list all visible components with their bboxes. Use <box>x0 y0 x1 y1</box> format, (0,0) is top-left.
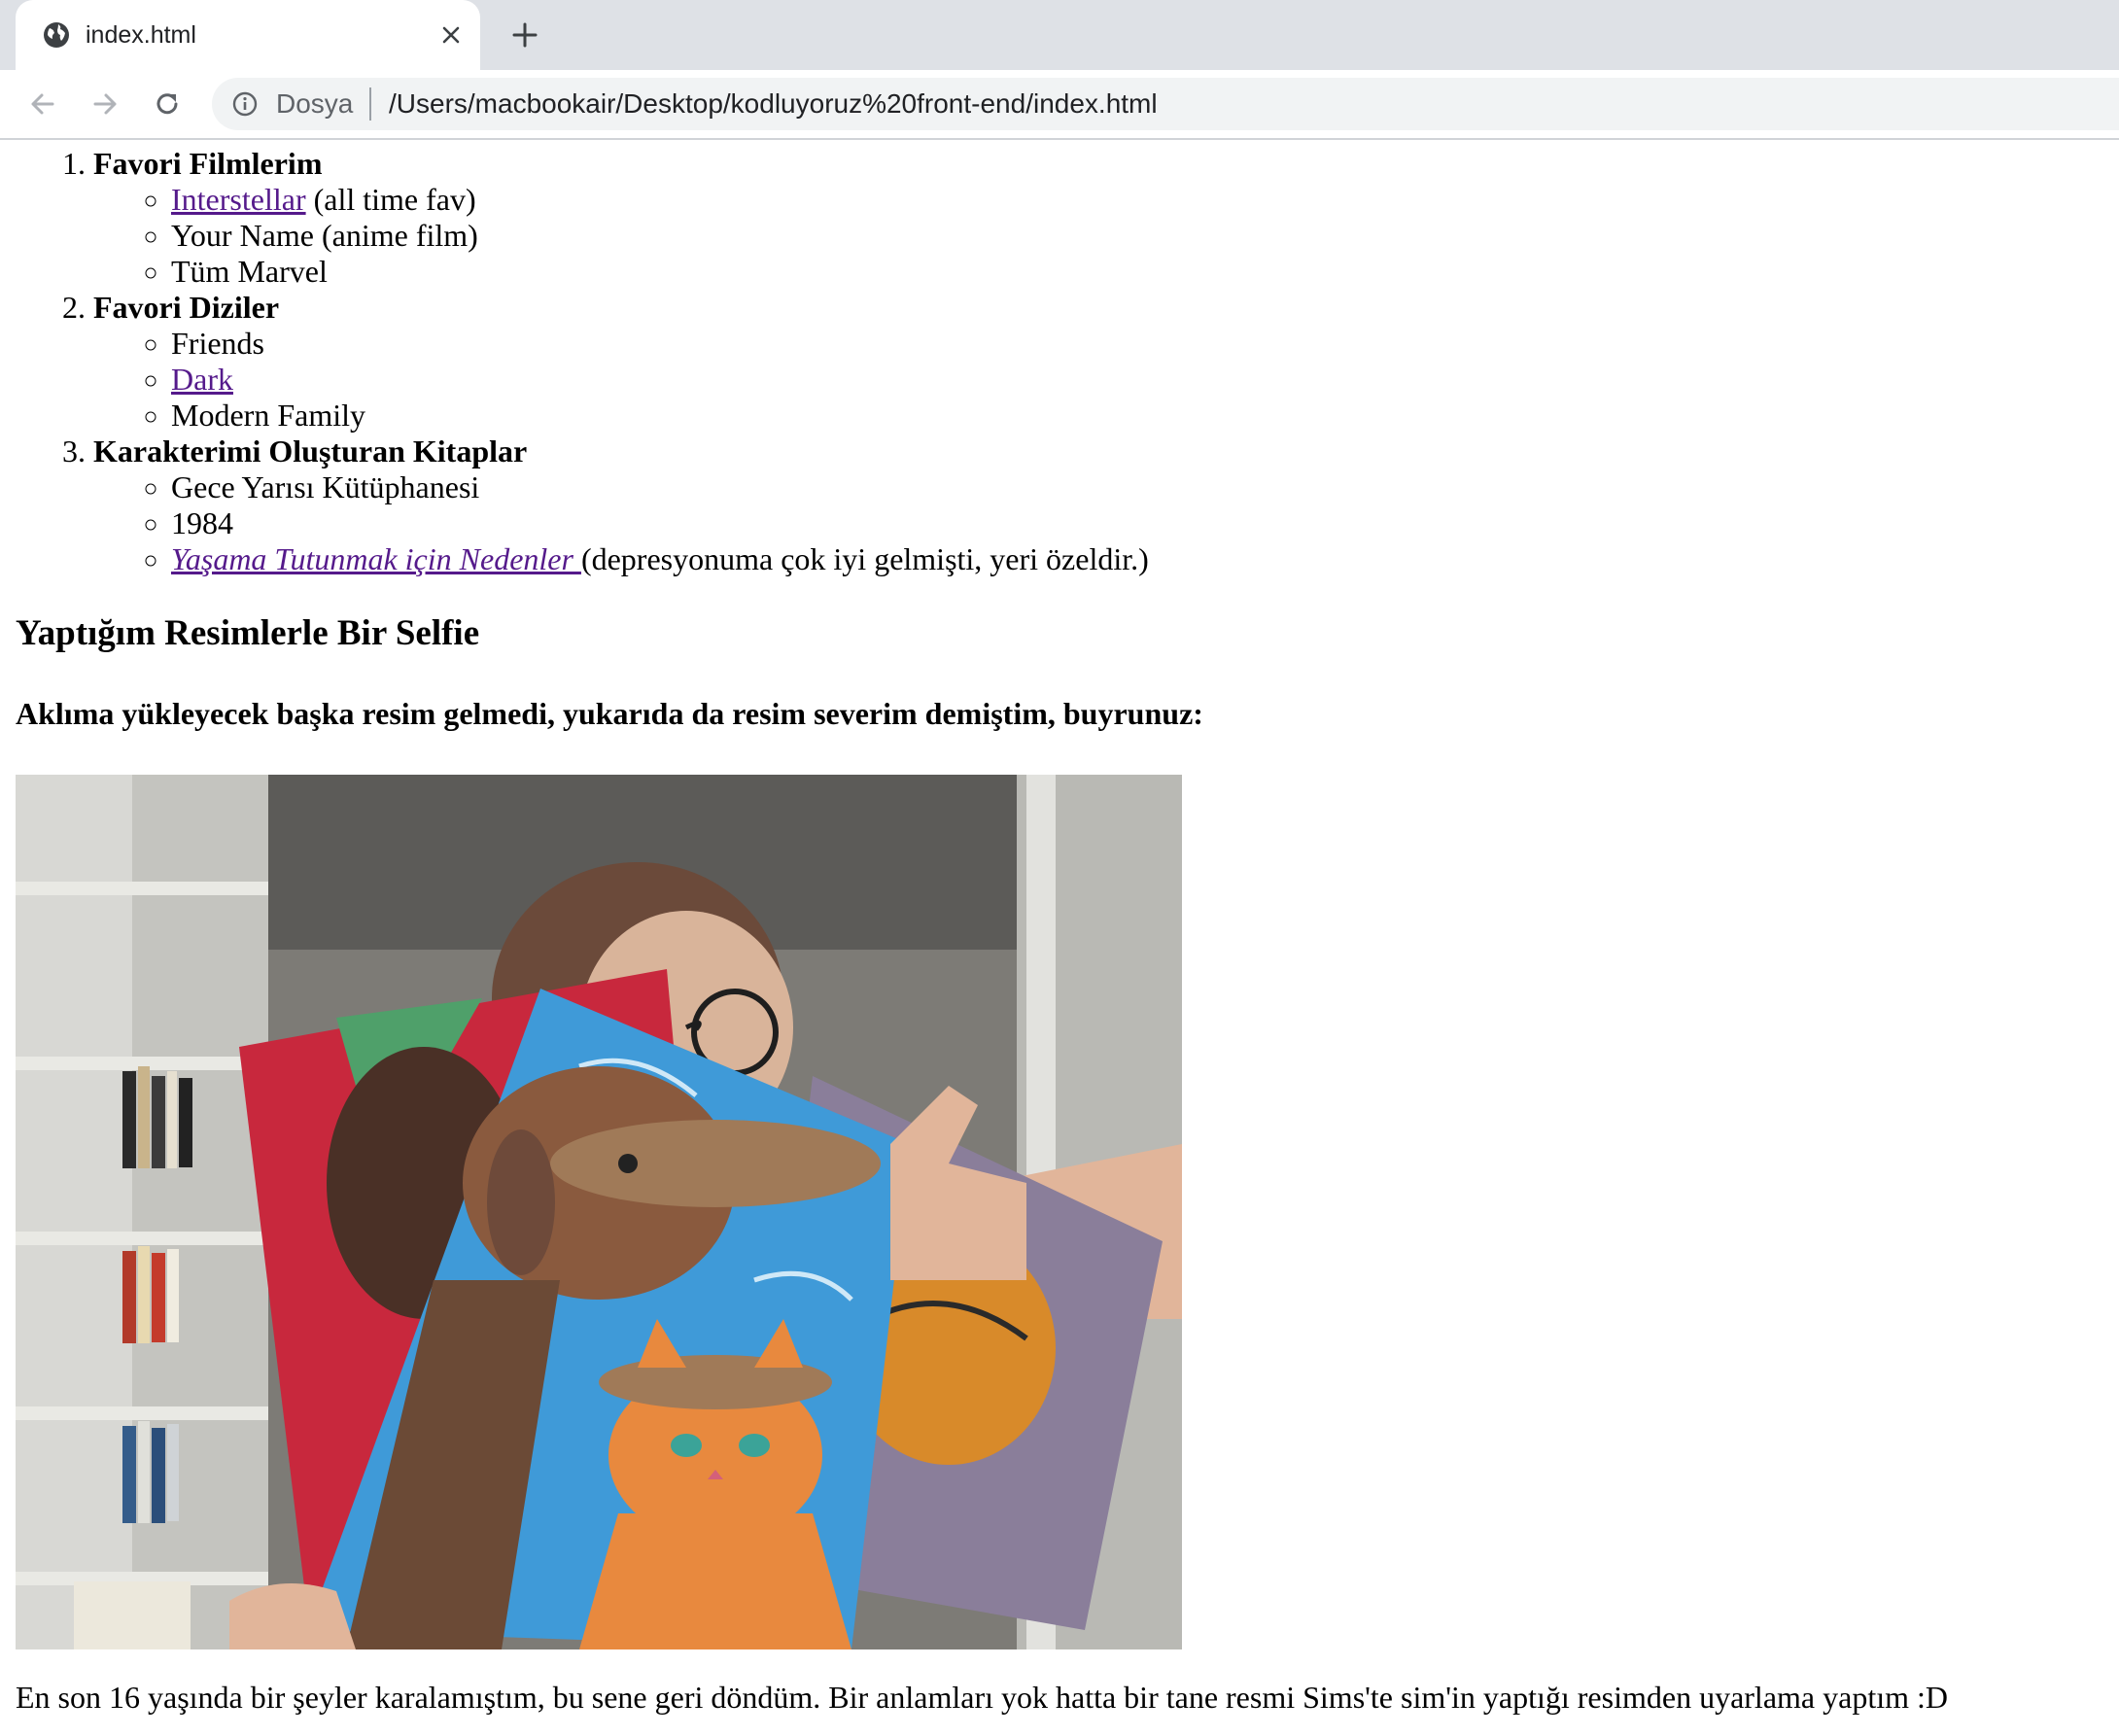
list-item: Tüm Marvel <box>171 254 2037 290</box>
list-item-text: (all time fav) <box>305 182 476 217</box>
list-item: Interstellar (all time fav) <box>171 182 2037 218</box>
favorites-list: Favori Filmlerim Interstellar (all time … <box>0 146 2037 577</box>
tab-index-html[interactable]: index.html <box>16 0 480 70</box>
arrow-left-icon[interactable] <box>25 87 60 122</box>
list-item: Friends <box>171 326 2037 362</box>
list-item-text: Friends <box>171 326 264 361</box>
list-item-series: Favori Diziler Friends Dark Modern Famil… <box>93 290 2037 434</box>
arrow-right-icon[interactable] <box>87 87 122 122</box>
list-item: 1984 <box>171 505 2037 541</box>
photo-caption: En son 16 yaşında bir şeyler karalamıştı… <box>16 1680 1948 1715</box>
omnibox-divider <box>369 87 371 121</box>
list-item: Modern Family <box>171 398 2037 434</box>
series-sublist: Friends Dark Modern Family <box>93 326 2037 434</box>
list-title: Favori Filmlerim <box>93 146 323 181</box>
list-item-text: 1984 <box>171 505 233 540</box>
plus-icon[interactable] <box>509 19 540 51</box>
list-item-text: Tüm Marvel <box>171 254 328 289</box>
interstellar-link[interactable]: Interstellar <box>171 182 306 217</box>
tab-title: index.html <box>86 21 196 49</box>
address-bar[interactable]: Dosya /Users/macbookair/Desktop/kodluyor… <box>212 78 2119 130</box>
globe-icon <box>44 22 69 48</box>
list-item-text: Your Name (anime film) <box>171 218 478 253</box>
url-text[interactable]: /Users/macbookair/Desktop/kodluyoruz%20f… <box>389 87 1158 122</box>
list-item: Yaşama Tutunmak için Nedenler (depresyon… <box>171 541 2037 577</box>
selfie-photo <box>16 775 1182 1649</box>
section-subheading: Aklıma yükleyecek başka resim gelmedi, y… <box>16 696 1203 731</box>
list-title: Karakterimi Oluşturan Kitaplar <box>93 434 528 469</box>
tab-strip: index.html <box>0 0 2119 70</box>
page-content: Favori Filmlerim Interstellar (all time … <box>0 140 2119 1736</box>
list-item-text: Gece Yarısı Kütüphanesi <box>171 469 480 504</box>
list-item: Your Name (anime film) <box>171 218 2037 254</box>
dark-link[interactable]: Dark <box>171 362 233 397</box>
list-item-text: Modern Family <box>171 398 365 433</box>
list-title: Favori Diziler <box>93 290 280 325</box>
close-icon[interactable] <box>437 21 465 49</box>
scheme-label: Dosya <box>276 88 354 119</box>
list-item: Gece Yarısı Kütüphanesi <box>171 469 2037 505</box>
selfie-photo-illustration <box>16 775 1182 1649</box>
movies-sublist: Interstellar (all time fav) Your Name (a… <box>93 182 2037 290</box>
book-link[interactable]: Yaşama Tutunmak için Nedenler <box>171 541 581 576</box>
list-item-books: Karakterimi Oluşturan Kitaplar Gece Yarı… <box>93 434 2037 577</box>
books-sublist: Gece Yarısı Kütüphanesi 1984 Yaşama Tutu… <box>93 469 2037 577</box>
reload-icon[interactable] <box>150 87 185 122</box>
list-item-movies: Favori Filmlerim Interstellar (all time … <box>93 146 2037 290</box>
browser-toolbar: Dosya /Users/macbookair/Desktop/kodluyor… <box>0 70 2119 140</box>
list-item: Dark <box>171 362 2037 398</box>
info-icon[interactable] <box>231 90 259 118</box>
list-item-text: (depresyonuma çok iyi gelmişti, yeri öze… <box>580 541 1149 576</box>
section-heading: Yaptığım Resimlerle Bir Selfie <box>16 613 480 653</box>
